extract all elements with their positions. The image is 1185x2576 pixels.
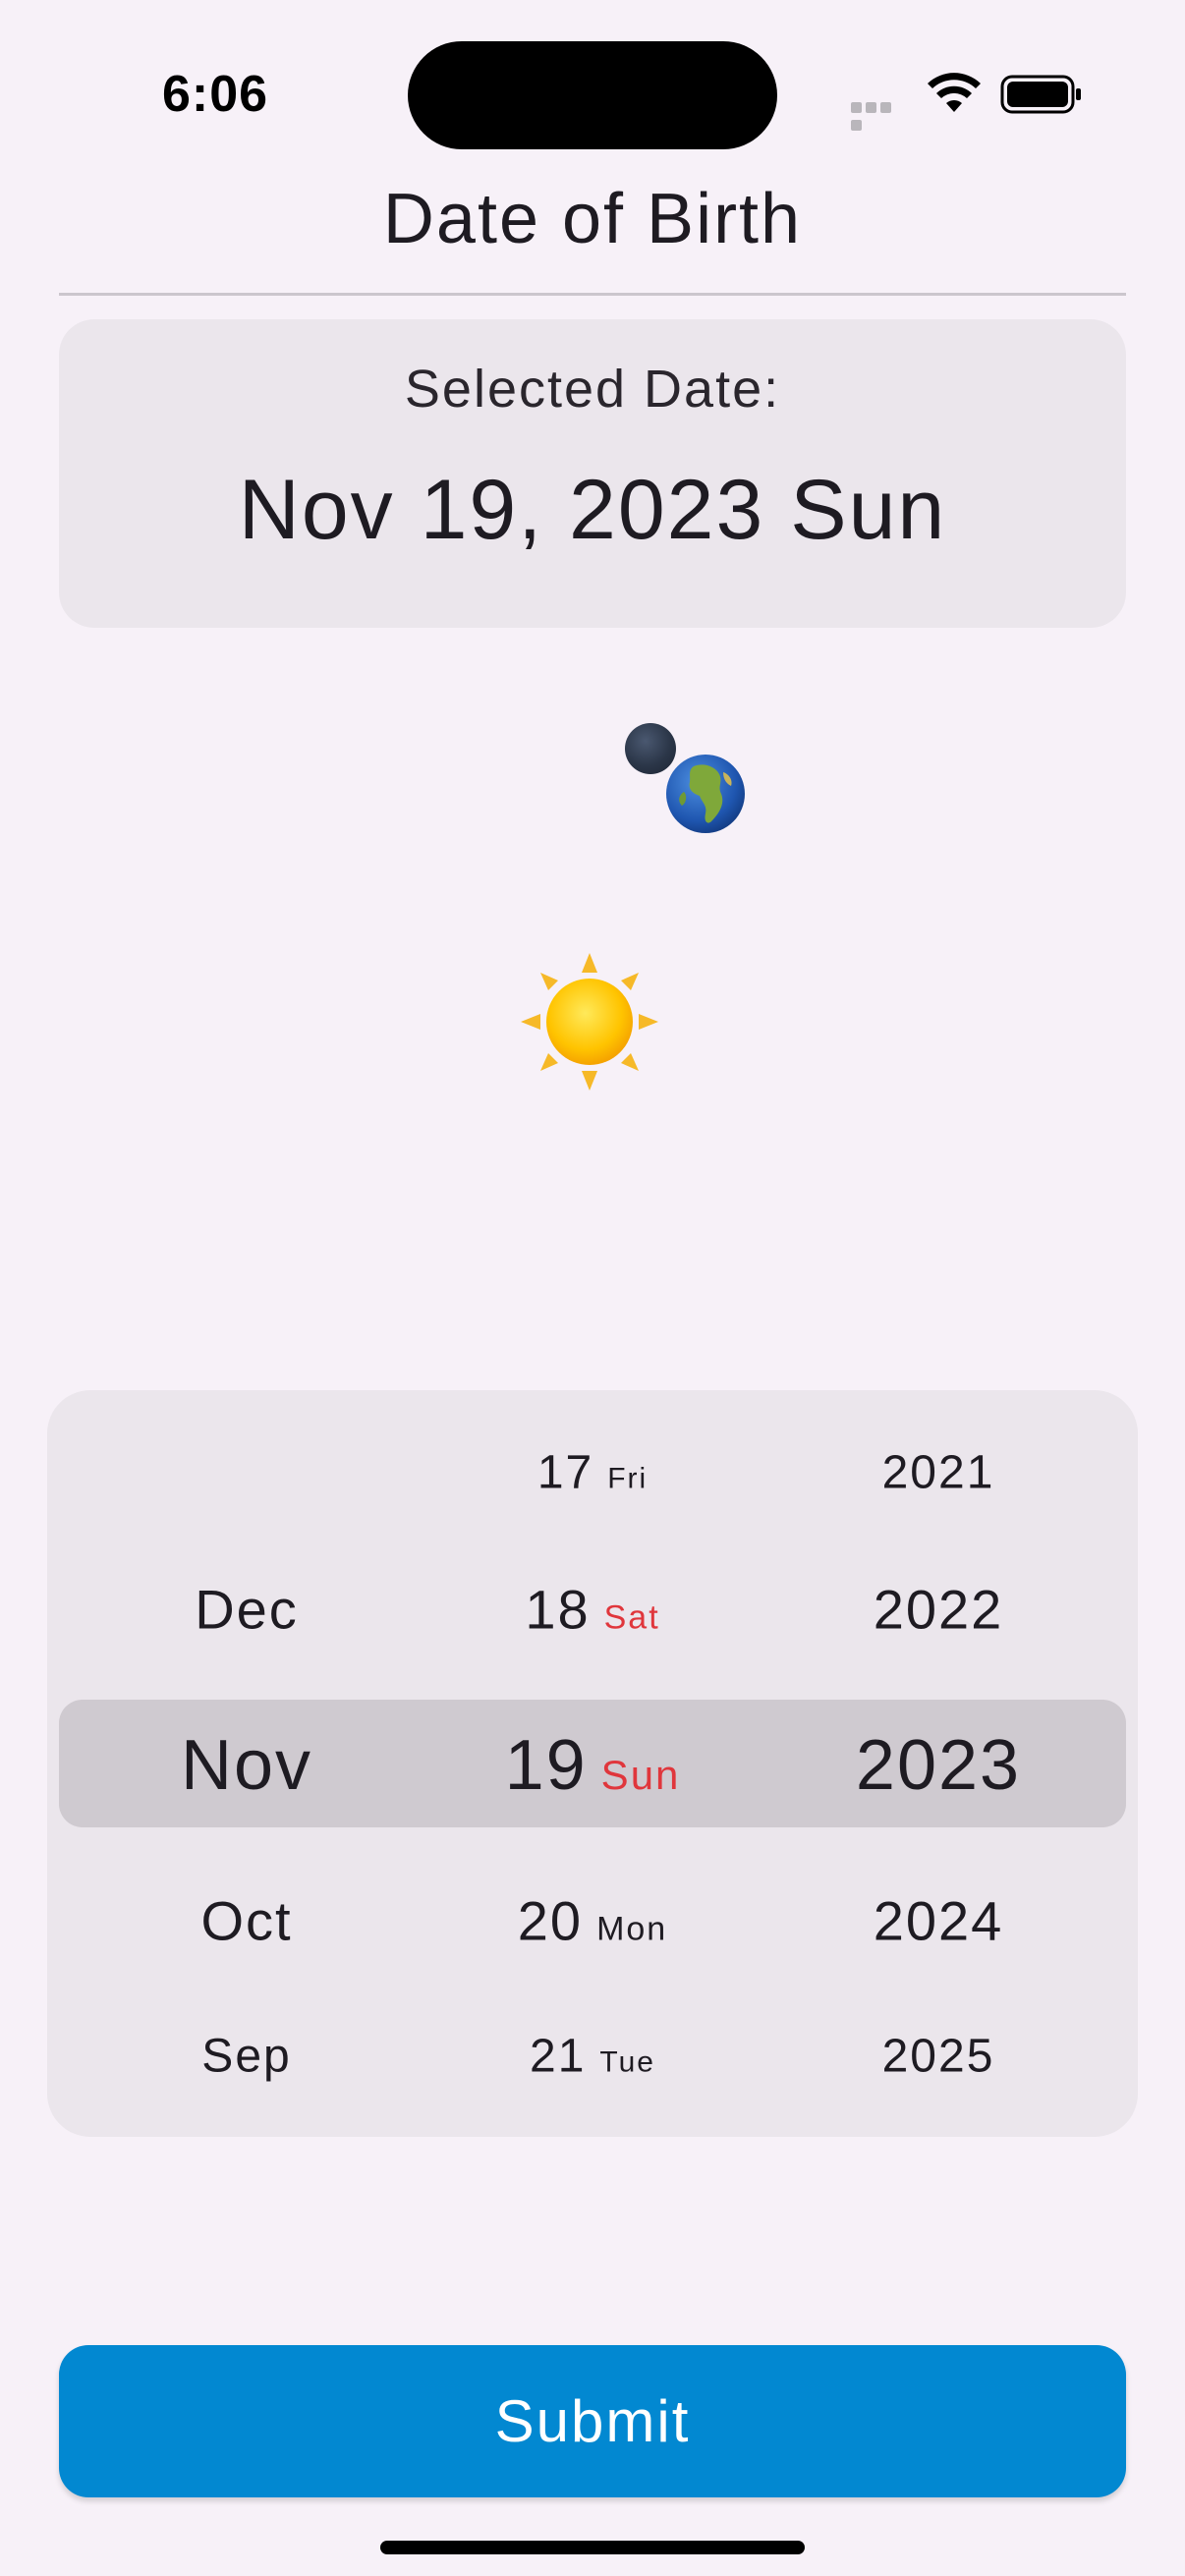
day-number: 17 — [536, 1446, 594, 1499]
day-weekday: Sat — [603, 1598, 660, 1637]
title-divider — [59, 293, 1126, 296]
page-title: Date of Birth — [382, 180, 803, 258]
month-option[interactable]: Dec — [195, 1578, 299, 1642]
earth-icon — [666, 755, 745, 833]
day-number: 20 — [517, 1889, 584, 1952]
day-weekday: Fri — [607, 1462, 649, 1495]
day-option[interactable]: 21 Tue — [530, 2030, 655, 2084]
month-option[interactable]: Oct — [200, 1889, 292, 1953]
selected-date-card: Selected Date: Nov 19, 2023 Sun — [59, 319, 1126, 628]
month-option[interactable]: Sep — [201, 2030, 291, 2084]
day-weekday: Mon — [596, 1910, 668, 1948]
year-option[interactable]: 2024 — [874, 1889, 1004, 1953]
selected-date-value: Nov 19, 2023 Sun — [238, 463, 947, 557]
year-option[interactable]: 2025 — [882, 2030, 995, 2084]
year-option-selected[interactable]: 2023 — [856, 1725, 1021, 1806]
year-option[interactable]: 2021 — [882, 1446, 995, 1500]
day-option-selected[interactable]: 19 Sun — [505, 1725, 681, 1806]
dynamic-island — [408, 41, 777, 149]
submit-button[interactable]: Submit — [59, 2345, 1126, 2497]
wifi-icon — [928, 73, 981, 112]
day-number: 18 — [525, 1578, 591, 1641]
day-option[interactable]: 18 Sat — [525, 1578, 659, 1642]
signal-icon — [851, 100, 908, 131]
day-option[interactable]: 17 Fri — [537, 1446, 648, 1500]
selected-date-label: Selected Date: — [404, 360, 781, 419]
sun-icon — [521, 953, 658, 1091]
day-weekday: Sun — [600, 1752, 681, 1798]
day-weekday: Tue — [599, 2045, 655, 2079]
home-indicator[interactable] — [380, 2541, 805, 2554]
battery-icon — [1000, 75, 1081, 114]
day-number: 19 — [504, 1726, 588, 1805]
month-option-selected[interactable]: Nov — [181, 1725, 312, 1806]
day-option[interactable]: 20 Mon — [518, 1889, 667, 1953]
status-time: 6:06 — [162, 66, 269, 123]
year-option[interactable]: 2022 — [874, 1578, 1004, 1642]
day-number: 21 — [530, 2030, 587, 2083]
